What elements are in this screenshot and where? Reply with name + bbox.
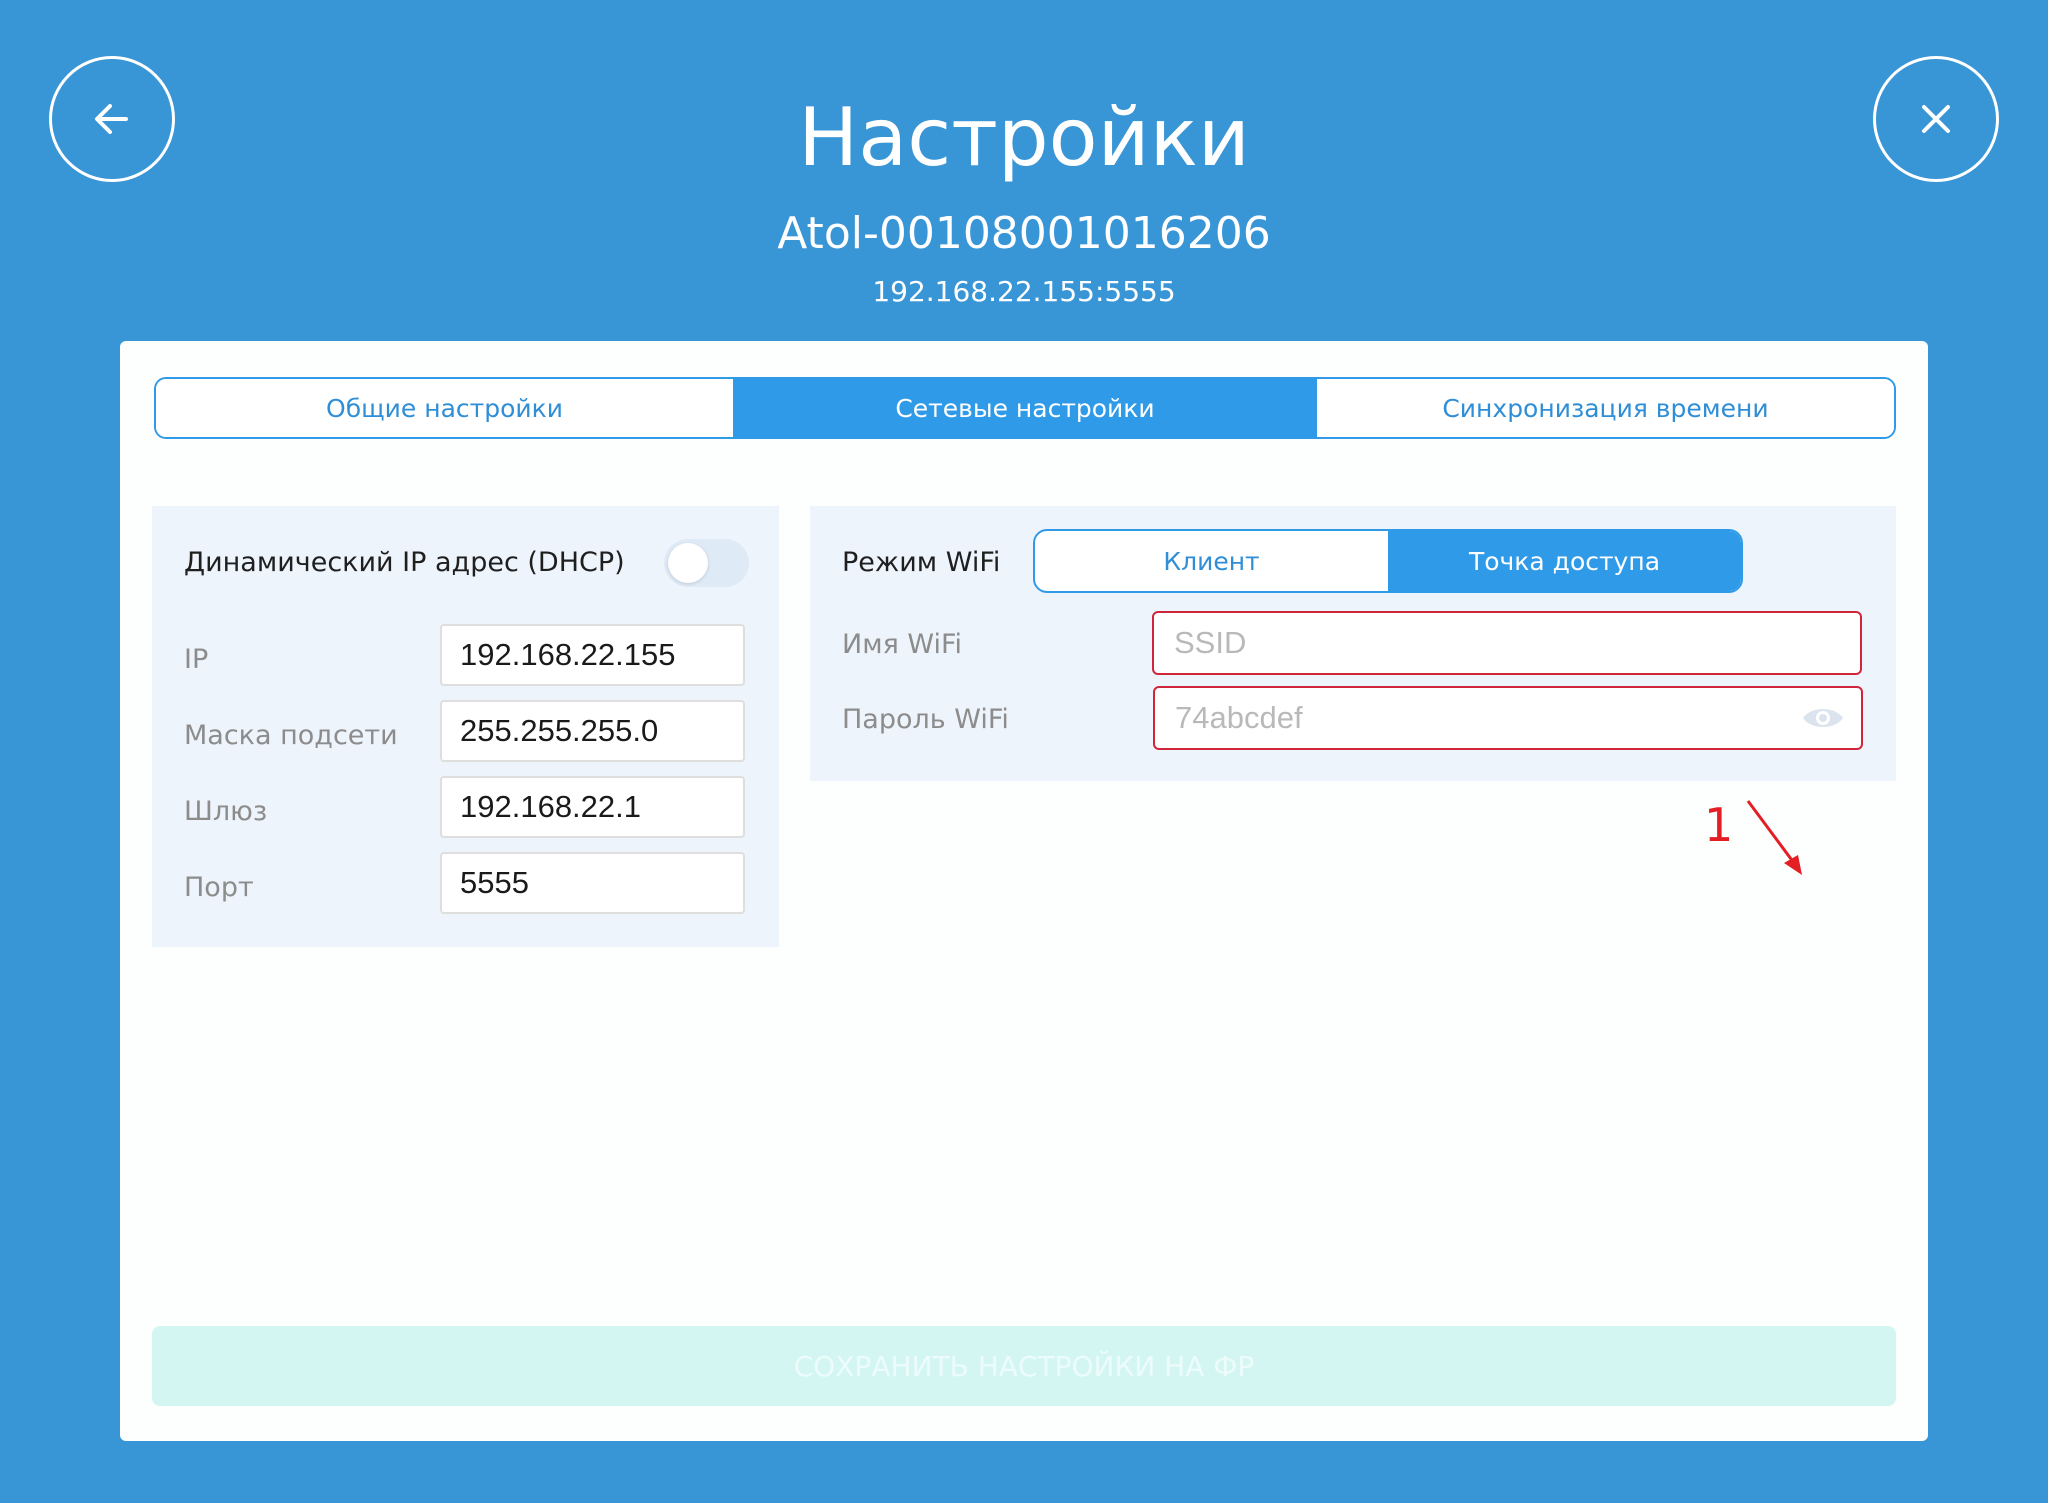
wifi-name-label: Имя WiFi: [842, 629, 963, 660]
mask-input[interactable]: [440, 700, 745, 762]
settings-tabs: Общие настройки Сетевые настройки Синхро…: [154, 377, 1896, 439]
ip-input[interactable]: [440, 624, 745, 686]
gateway-label: Шлюз: [184, 796, 268, 827]
wifi-mode-access-point[interactable]: Точка доступа: [1388, 531, 1741, 591]
network-panel: Динамический IP адрес (DHCP) IP Маска по…: [152, 506, 779, 947]
tab-time-sync[interactable]: Синхронизация времени: [1317, 379, 1894, 437]
device-name: Atol-00108001016206: [777, 208, 1271, 259]
wifi-mode-label: Режим WiFi: [842, 547, 1001, 578]
dhcp-label: Динамический IP адрес (DHCP): [184, 547, 625, 578]
toggle-knob: [668, 543, 708, 583]
tab-general[interactable]: Общие настройки: [156, 379, 733, 437]
gateway-input[interactable]: [440, 776, 745, 838]
wifi-password-input[interactable]: [1155, 688, 1861, 748]
page-title: Настройки: [798, 91, 1250, 184]
wifi-password-label: Пароль WiFi: [842, 704, 1009, 735]
wifi-mode-switch: Клиент Точка доступа: [1033, 529, 1743, 593]
tab-network[interactable]: Сетевые настройки: [733, 379, 1317, 437]
ip-label: IP: [184, 644, 209, 675]
wifi-password-field: [1153, 686, 1863, 750]
port-label: Порт: [184, 872, 254, 903]
dhcp-toggle[interactable]: [664, 539, 749, 587]
save-settings-button[interactable]: СОХРАНИТЬ НАСТРОЙКИ НА ФР: [152, 1326, 1896, 1406]
device-address: 192.168.22.155:5555: [872, 275, 1176, 308]
port-input[interactable]: [440, 852, 745, 914]
annotation-number: 1: [1704, 798, 1734, 852]
eye-icon[interactable]: [1801, 702, 1845, 734]
wifi-mode-client[interactable]: Клиент: [1035, 531, 1388, 591]
settings-card: Общие настройки Сетевые настройки Синхро…: [120, 341, 1928, 1441]
mask-label: Маска подсети: [184, 720, 398, 751]
annotation-arrow-icon: [1746, 800, 1802, 875]
wifi-name-input[interactable]: [1154, 613, 1860, 673]
wifi-name-field: [1152, 611, 1862, 675]
